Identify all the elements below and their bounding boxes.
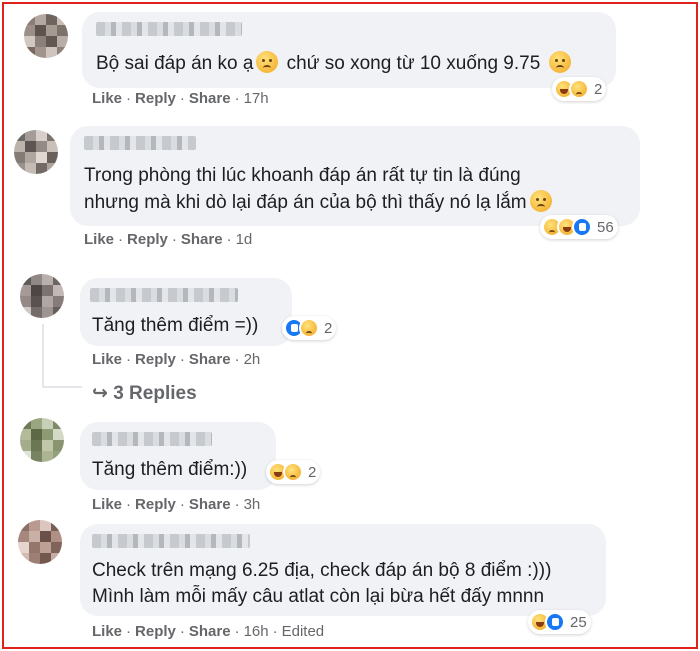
like-button[interactable]: Like bbox=[92, 623, 122, 640]
timestamp[interactable]: 2h bbox=[244, 351, 261, 368]
timestamp[interactable]: 16h bbox=[244, 623, 269, 640]
like-reaction-icon bbox=[572, 217, 592, 237]
reaction-summary[interactable]: 2 bbox=[282, 316, 337, 340]
reply-button[interactable]: Reply bbox=[135, 496, 176, 513]
comment-bubble: Tăng thêm điểm:)) bbox=[80, 422, 276, 490]
sad-emoji-icon bbox=[256, 51, 279, 73]
comment-actions: Like · Reply · Share · 2h bbox=[92, 351, 261, 368]
reply-button[interactable]: Reply bbox=[135, 90, 176, 107]
comment-bubble: Check trên mạng 6.25 địa, check đáp án b… bbox=[80, 524, 606, 616]
comment-actions: Like · Reply · Share · 3h bbox=[92, 496, 261, 513]
reaction-count: 2 bbox=[308, 463, 317, 481]
avatar[interactable] bbox=[24, 14, 68, 58]
like-button[interactable]: Like bbox=[92, 496, 122, 513]
replies-label: 3 Replies bbox=[113, 383, 197, 404]
comment-text-part1: Bộ sai đáp án ko ạ bbox=[96, 53, 254, 74]
comment-text-line2: Mình làm mỗi mấy câu atlat còn lại bừa h… bbox=[92, 586, 545, 607]
share-button[interactable]: Share bbox=[189, 351, 231, 368]
sad-reaction-icon bbox=[569, 79, 589, 99]
comment-text-part: nhưng mà khi dò lại đáp án của bộ thì th… bbox=[84, 192, 527, 213]
author-name-blurred[interactable] bbox=[90, 288, 238, 302]
share-button[interactable]: Share bbox=[189, 90, 231, 107]
comment-text-line1: Trong phòng thi lúc khoanh đáp án rất tự… bbox=[84, 165, 521, 186]
thread-connector bbox=[42, 324, 44, 386]
timestamp[interactable]: 17h bbox=[244, 90, 269, 107]
reaction-count: 25 bbox=[570, 613, 587, 631]
author-name-blurred[interactable] bbox=[84, 136, 196, 150]
author-name-blurred[interactable] bbox=[96, 22, 242, 36]
reply-button[interactable]: Reply bbox=[135, 351, 176, 368]
comment-text-line2: nhưng mà khi dò lại đáp án của bộ thì th… bbox=[84, 189, 555, 216]
comment-actions: Like · Reply · Share · 16h · Edited bbox=[92, 623, 325, 640]
avatar[interactable] bbox=[20, 418, 64, 462]
reply-button[interactable]: Reply bbox=[135, 623, 176, 640]
comment-bubble: Tăng thêm điểm =)) bbox=[80, 278, 292, 346]
like-button[interactable]: Like bbox=[84, 231, 114, 248]
reply-button[interactable]: Reply bbox=[127, 231, 168, 248]
comment-bubble: Bộ sai đáp án ko ạ chứ so xong từ 10 xuố… bbox=[82, 12, 616, 88]
reaction-summary[interactable]: 56 bbox=[540, 215, 618, 239]
sad-emoji-icon bbox=[529, 190, 552, 212]
sad-emoji-icon bbox=[548, 51, 571, 73]
share-button[interactable]: Share bbox=[189, 496, 231, 513]
comment-bubble: Trong phòng thi lúc khoanh đáp án rất tự… bbox=[70, 126, 640, 226]
reaction-count: 56 bbox=[597, 218, 614, 236]
comment-text: Bộ sai đáp án ko ạ chứ so xong từ 10 xuố… bbox=[96, 50, 574, 77]
comment-actions: Like · Reply · Share · 17h bbox=[92, 90, 269, 107]
share-button[interactable]: Share bbox=[189, 623, 231, 640]
sad-reaction-icon bbox=[283, 462, 303, 482]
like-reaction-icon bbox=[545, 612, 565, 632]
edited-label[interactable]: Edited bbox=[282, 623, 325, 640]
share-button[interactable]: Share bbox=[181, 231, 223, 248]
reaction-summary[interactable]: 2 bbox=[552, 77, 607, 101]
timestamp[interactable]: 1d bbox=[236, 231, 253, 248]
like-button[interactable]: Like bbox=[92, 90, 122, 107]
view-replies-link[interactable]: ↪ 3 Replies bbox=[92, 382, 197, 405]
avatar[interactable] bbox=[20, 274, 64, 318]
screenshot-frame: Bộ sai đáp án ko ạ chứ so xong từ 10 xuố… bbox=[2, 2, 698, 649]
avatar[interactable] bbox=[18, 520, 62, 564]
author-name-blurred[interactable] bbox=[92, 432, 212, 446]
comment-actions: Like · Reply · Share · 1d bbox=[84, 231, 253, 248]
comment-text-line1: Check trên mạng 6.25 địa, check đáp án b… bbox=[92, 560, 552, 581]
reaction-count: 2 bbox=[594, 80, 603, 98]
sad-reaction-icon bbox=[299, 318, 319, 338]
thread-connector bbox=[42, 386, 82, 388]
reaction-summary[interactable]: 25 bbox=[528, 610, 591, 634]
comment-text: Tăng thêm điểm:)) bbox=[92, 459, 248, 480]
reaction-summary[interactable]: 2 bbox=[266, 460, 321, 484]
author-name-blurred[interactable] bbox=[92, 534, 250, 548]
comment-text: Tăng thêm điểm =)) bbox=[92, 315, 259, 336]
timestamp[interactable]: 3h bbox=[244, 496, 261, 513]
like-button[interactable]: Like bbox=[92, 351, 122, 368]
avatar[interactable] bbox=[14, 130, 58, 174]
comment-text-part2: chứ so xong từ 10 xuống 9.75 bbox=[286, 53, 541, 74]
reply-arrow-icon: ↪ bbox=[92, 383, 108, 404]
reaction-count: 2 bbox=[324, 319, 333, 337]
